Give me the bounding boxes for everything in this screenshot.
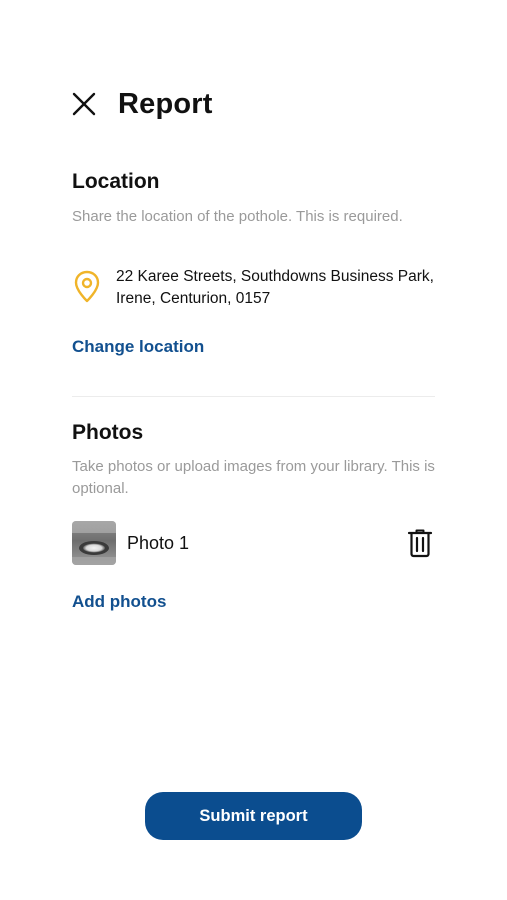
photos-helper-text: Take photos or upload images from your l… (72, 458, 435, 497)
photo-thumbnail[interactable] (72, 521, 116, 565)
location-helper-text: Share the location of the pothole. This … (72, 208, 403, 225)
photo-label: Photo 1 (127, 532, 190, 553)
close-button[interactable] (68, 88, 100, 120)
location-title: Location (72, 170, 160, 193)
photos-title: Photos (72, 421, 144, 444)
change-location-link[interactable]: Change location (72, 337, 204, 357)
location-row: 22 Karee Streets, Southdowns Business Pa… (72, 266, 436, 310)
trash-icon[interactable] (406, 528, 434, 558)
pothole-thumbnail-image (72, 521, 116, 565)
photo-list-item: Photo 1 (72, 521, 435, 565)
section-divider (72, 396, 435, 397)
close-icon (72, 92, 96, 116)
submit-report-button[interactable]: Submit report (145, 792, 362, 840)
map-pin-icon (74, 270, 100, 303)
add-photos-link[interactable]: Add photos (72, 592, 166, 612)
header: Report (72, 84, 213, 124)
page-title: Report (118, 87, 213, 120)
location-address: 22 Karee Streets, Southdowns Business Pa… (116, 268, 434, 307)
